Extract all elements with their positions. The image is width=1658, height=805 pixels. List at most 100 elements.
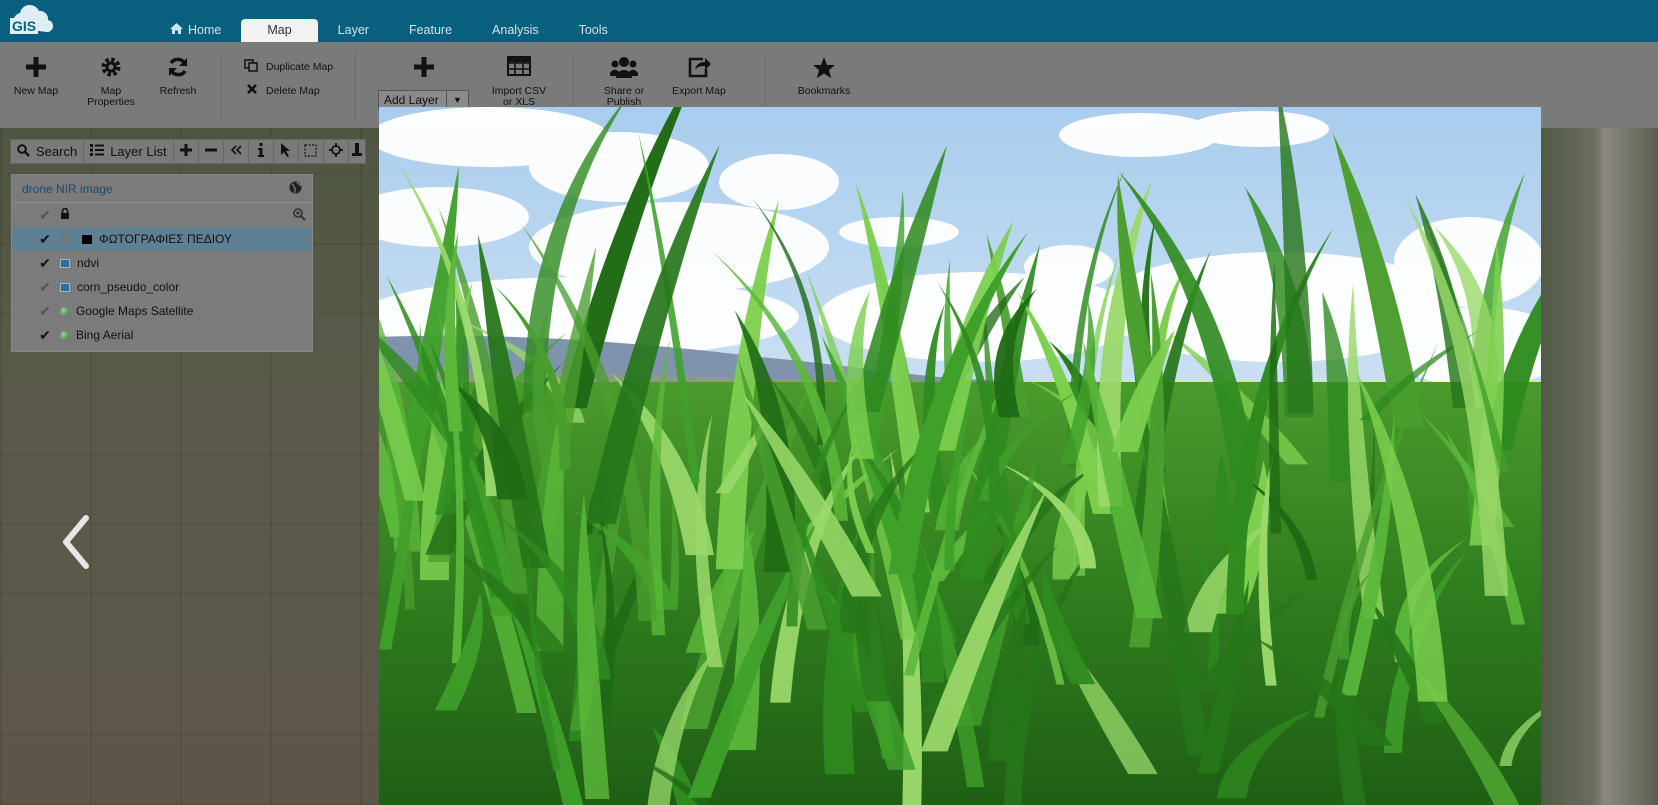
check-all-icon[interactable]: ✔ bbox=[30, 207, 60, 224]
layer-row[interactable]: ✔ Bing Aerial bbox=[12, 323, 312, 347]
basemap-globe-icon bbox=[60, 330, 69, 340]
search-icon bbox=[17, 143, 30, 160]
minus-icon bbox=[204, 144, 217, 159]
new-map-button[interactable]: New Map bbox=[10, 56, 62, 97]
crosshair-icon bbox=[328, 143, 343, 160]
info-icon bbox=[257, 143, 265, 160]
plus-icon bbox=[179, 144, 192, 159]
main-tabs: Home Map Layer Feature Analysis Tools bbox=[150, 19, 628, 42]
layer-list-label: Layer List bbox=[110, 144, 167, 159]
map-tool-strip: Search Layer List bbox=[10, 139, 366, 164]
tab-feature[interactable]: Feature bbox=[389, 19, 472, 42]
cursor-icon bbox=[280, 143, 292, 160]
collapse-button[interactable] bbox=[224, 140, 249, 163]
export-icon bbox=[669, 56, 729, 80]
measure-button[interactable] bbox=[349, 140, 365, 163]
ribbon-divider bbox=[221, 52, 222, 120]
tab-home[interactable]: Home bbox=[150, 19, 241, 42]
info-button[interactable] bbox=[249, 140, 274, 163]
layer-list-button[interactable]: Layer List bbox=[84, 140, 174, 163]
layer-panel-header: drone NIR image bbox=[12, 175, 312, 203]
bookmarks-button[interactable]: Bookmarks bbox=[795, 56, 853, 97]
layer-visible-checkbox[interactable]: ✔ bbox=[30, 255, 60, 272]
plus-icon bbox=[10, 56, 62, 80]
table-icon bbox=[486, 56, 552, 80]
export-map-button[interactable]: Export Map bbox=[669, 56, 729, 97]
tab-layer[interactable]: Layer bbox=[318, 19, 389, 42]
delete-map-button[interactable]: Delete Map bbox=[246, 83, 320, 98]
previous-photo-button[interactable] bbox=[58, 512, 98, 572]
map-properties-label-2: Properties bbox=[87, 96, 135, 108]
delete-map-label: Delete Map bbox=[266, 84, 320, 97]
layer-row[interactable]: ✔ Google Maps Satellite bbox=[12, 299, 312, 323]
zoom-to-icon[interactable] bbox=[293, 208, 306, 224]
basemap-globe-icon bbox=[60, 306, 69, 316]
lock-icon[interactable] bbox=[60, 207, 70, 222]
layer-name: corn_pseudo_color bbox=[77, 280, 180, 294]
map-title[interactable]: drone NIR image bbox=[22, 182, 113, 196]
field-photo-viewer[interactable] bbox=[379, 107, 1541, 805]
plus-icon bbox=[412, 56, 436, 80]
map-canvas-edge bbox=[1540, 128, 1658, 805]
pan-button[interactable] bbox=[324, 140, 349, 163]
zoom-in-button[interactable] bbox=[174, 140, 199, 163]
copy-icon bbox=[244, 59, 258, 75]
bookmarks-label: Bookmarks bbox=[797, 85, 851, 97]
refresh-label: Refresh bbox=[159, 85, 197, 97]
layer-visible-checkbox[interactable]: ✔ bbox=[30, 303, 60, 320]
layer-row[interactable]: ✔ ndvi bbox=[12, 251, 312, 275]
layer-row[interactable]: ✔ ΦΩΤΟΓΡΑΦΙΕΣ ΠΕΔΙΟΥ bbox=[12, 227, 312, 251]
globe-icon[interactable] bbox=[289, 181, 302, 197]
tab-feature-label: Feature bbox=[408, 23, 453, 37]
refresh-button[interactable]: Refresh bbox=[155, 56, 201, 97]
layer-name: ΦΩΤΟΓΡΑΦΙΕΣ ΠΕΔΙΟΥ bbox=[99, 232, 233, 246]
refresh-icon bbox=[155, 56, 201, 80]
star-icon bbox=[795, 56, 853, 80]
home-icon bbox=[170, 19, 183, 42]
tab-tools[interactable]: Tools bbox=[559, 19, 628, 42]
select-pointer-button[interactable] bbox=[274, 140, 299, 163]
gis-logo[interactable]: GIS bbox=[8, 4, 54, 38]
raster-layer-icon bbox=[60, 258, 70, 268]
zoom-out-button[interactable] bbox=[199, 140, 224, 163]
box-select-button[interactable] bbox=[299, 140, 324, 163]
layer-name: Google Maps Satellite bbox=[76, 304, 194, 318]
gear-icon bbox=[83, 56, 139, 80]
logo-text: GIS bbox=[10, 18, 39, 34]
search-button[interactable]: Search bbox=[11, 140, 85, 163]
close-icon bbox=[246, 83, 258, 98]
tab-analysis[interactable]: Analysis bbox=[472, 19, 559, 42]
raster-layer-icon bbox=[60, 282, 70, 292]
tab-tools-label: Tools bbox=[578, 23, 608, 37]
ruler-icon bbox=[351, 143, 362, 160]
layer-row[interactable]: ✔ corn_pseudo_color bbox=[12, 275, 312, 299]
duplicate-map-button[interactable]: Duplicate Map bbox=[244, 59, 333, 75]
layer-visible-checkbox[interactable]: ✔ bbox=[30, 279, 60, 296]
top-bar: GIS Home Map Layer Feature Analysis Tool… bbox=[0, 0, 1658, 42]
tab-home-label: Home bbox=[188, 23, 222, 37]
layer-swatch bbox=[82, 234, 92, 244]
tab-map[interactable]: Map bbox=[241, 19, 318, 42]
layer-visible-checkbox[interactable]: ✔ bbox=[30, 327, 60, 344]
layer-toolbar-row: ✔ bbox=[12, 203, 312, 227]
tab-layer-label: Layer bbox=[337, 23, 369, 37]
double-chevron-left-icon bbox=[230, 144, 242, 159]
new-map-label: New Map bbox=[13, 85, 59, 97]
lock-open-icon[interactable] bbox=[60, 231, 70, 246]
layer-visible-checkbox[interactable]: ✔ bbox=[30, 231, 60, 248]
layer-name: Bing Aerial bbox=[76, 328, 134, 342]
import-csv-button[interactable]: Import CSV or XLS bbox=[486, 56, 552, 108]
map-properties-button[interactable]: Map Properties bbox=[83, 56, 139, 108]
field-photo bbox=[379, 107, 1541, 805]
layer-name: ndvi bbox=[77, 256, 100, 270]
tab-analysis-label: Analysis bbox=[492, 23, 539, 37]
export-map-label: Export Map bbox=[672, 85, 726, 97]
add-layer-plus-button[interactable] bbox=[412, 56, 436, 86]
ribbon-divider bbox=[355, 52, 356, 120]
layer-panel: drone NIR image ✔ ✔ ΦΩΤΟΓΡΑΦΙΕΣ ΠΕΔΙΟΥ ✔… bbox=[11, 174, 313, 352]
users-icon bbox=[598, 56, 650, 80]
share-publish-button[interactable]: Share or Publish bbox=[598, 56, 650, 108]
search-label: Search bbox=[36, 144, 78, 159]
tab-map-label: Map bbox=[267, 23, 292, 37]
duplicate-map-label: Duplicate Map bbox=[266, 61, 334, 73]
